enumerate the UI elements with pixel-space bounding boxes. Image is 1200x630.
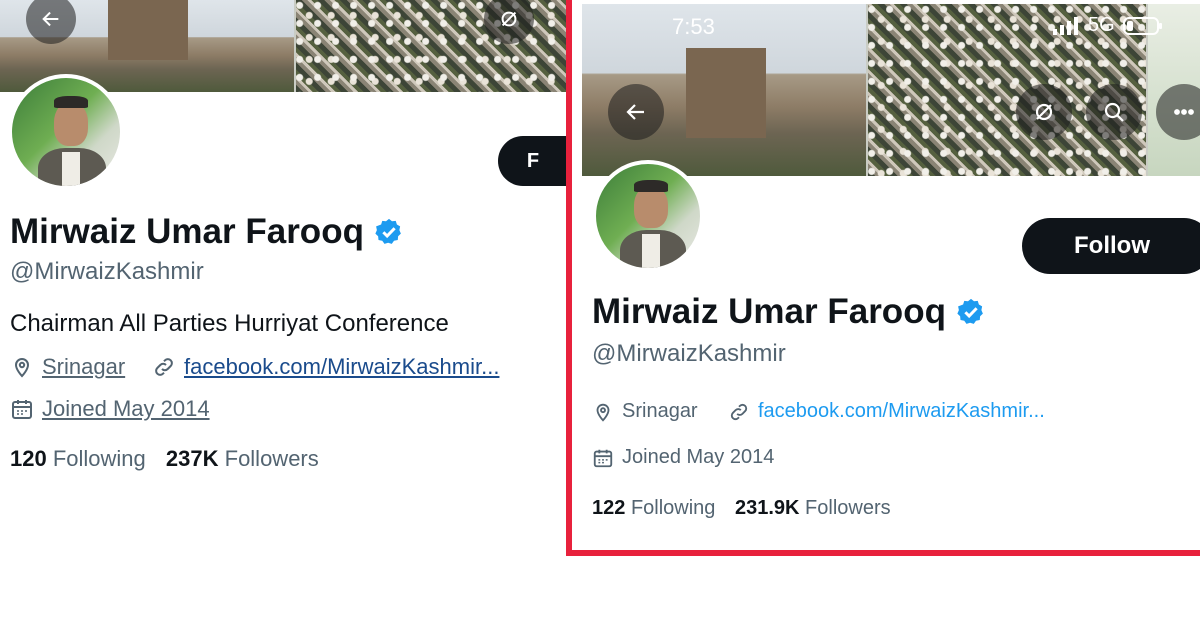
- following-link[interactable]: 122 Following: [592, 497, 715, 519]
- joined-text: Joined May 2014: [622, 446, 775, 468]
- back-arrow-icon: [42, 11, 59, 27]
- following-count: 120: [10, 446, 47, 471]
- location-icon: [14, 358, 30, 378]
- followers-count: 231.9K: [734, 497, 800, 519]
- mute-icon: [501, 11, 517, 27]
- search-icon: [1104, 102, 1124, 122]
- website-link[interactable]: facebook.com/MirwaizKashmir...: [758, 400, 1045, 423]
- follow-button-label: F: [526, 149, 540, 172]
- back-button[interactable]: [608, 84, 664, 140]
- link-icon: [155, 358, 173, 376]
- mute-button[interactable]: [1016, 84, 1072, 140]
- following-label: Following: [52, 446, 146, 471]
- follow-stats: 122 Following 231.9K Followers: [592, 497, 891, 520]
- signal-icon: [1053, 16, 1078, 35]
- followers-link[interactable]: 237K Followers: [166, 446, 319, 471]
- battery-icon: [1122, 16, 1162, 35]
- joined-row: Joined May 2014: [592, 446, 774, 469]
- handle: @MirwaizKashmir: [10, 258, 204, 285]
- verified-badge-icon: [375, 218, 401, 244]
- calendar-icon: [593, 449, 613, 467]
- joined-row: Joined May 2014: [10, 396, 210, 422]
- follow-button[interactable]: F: [498, 136, 568, 186]
- website-link[interactable]: facebook.com/MirwaizKashmir...: [184, 354, 499, 380]
- status-time: 7:53: [672, 14, 715, 39]
- calendar-icon: [12, 400, 32, 419]
- following-label: Following: [630, 497, 716, 519]
- followers-label: Followers: [805, 497, 891, 519]
- following-link[interactable]: 120 Following: [10, 446, 146, 471]
- handle: @MirwaizKashmir: [592, 340, 786, 367]
- search-button[interactable]: [1086, 84, 1142, 140]
- display-name-row: Mirwaiz Umar Farooq: [10, 212, 404, 252]
- avatar[interactable]: [592, 160, 704, 272]
- link-icon: [730, 403, 748, 420]
- status-bar: 7:53 5G: [672, 14, 1192, 40]
- following-count: 122: [592, 497, 626, 519]
- follow-button-label: Follow: [1074, 232, 1150, 259]
- avatar[interactable]: [8, 74, 124, 190]
- follow-button[interactable]: Follow: [1022, 218, 1200, 274]
- followers-count: 237K: [165, 446, 219, 471]
- display-name-row: Mirwaiz Umar Farooq: [592, 292, 986, 332]
- website-row[interactable]: facebook.com/MirwaizKashmir...: [152, 354, 499, 380]
- location-row: Srinagar: [592, 400, 698, 423]
- profile-panel-right: 7:53 5G Follow Mirwaiz Umar Farooq @Mirw…: [566, 0, 1200, 556]
- location-row: Srinagar: [10, 354, 125, 380]
- more-icon: [1174, 109, 1194, 115]
- display-name: Mirwaiz Umar Farooq: [592, 292, 946, 331]
- follow-stats: 120 Following 237K Followers: [10, 446, 319, 472]
- location-icon: [596, 403, 610, 422]
- location-text: Srinagar: [622, 400, 698, 422]
- display-name: Mirwaiz Umar Farooq: [10, 212, 364, 251]
- bio: Chairman All Parties Hurriyat Conference: [10, 310, 449, 337]
- website-row[interactable]: facebook.com/MirwaizKashmir...: [728, 400, 1045, 423]
- status-network: 5G: [1088, 14, 1115, 36]
- followers-label: Followers: [224, 446, 319, 471]
- profile-panel-left: F Mirwaiz Umar Farooq @MirwaizKashmir Ch…: [0, 0, 568, 630]
- verified-badge-icon: [957, 298, 983, 324]
- followers-link[interactable]: 231.9K Followers: [735, 497, 891, 519]
- location-text: Srinagar: [42, 354, 126, 379]
- back-arrow-icon: [626, 104, 644, 120]
- joined-text: Joined May 2014: [42, 396, 210, 421]
- mute-icon: [1035, 103, 1053, 121]
